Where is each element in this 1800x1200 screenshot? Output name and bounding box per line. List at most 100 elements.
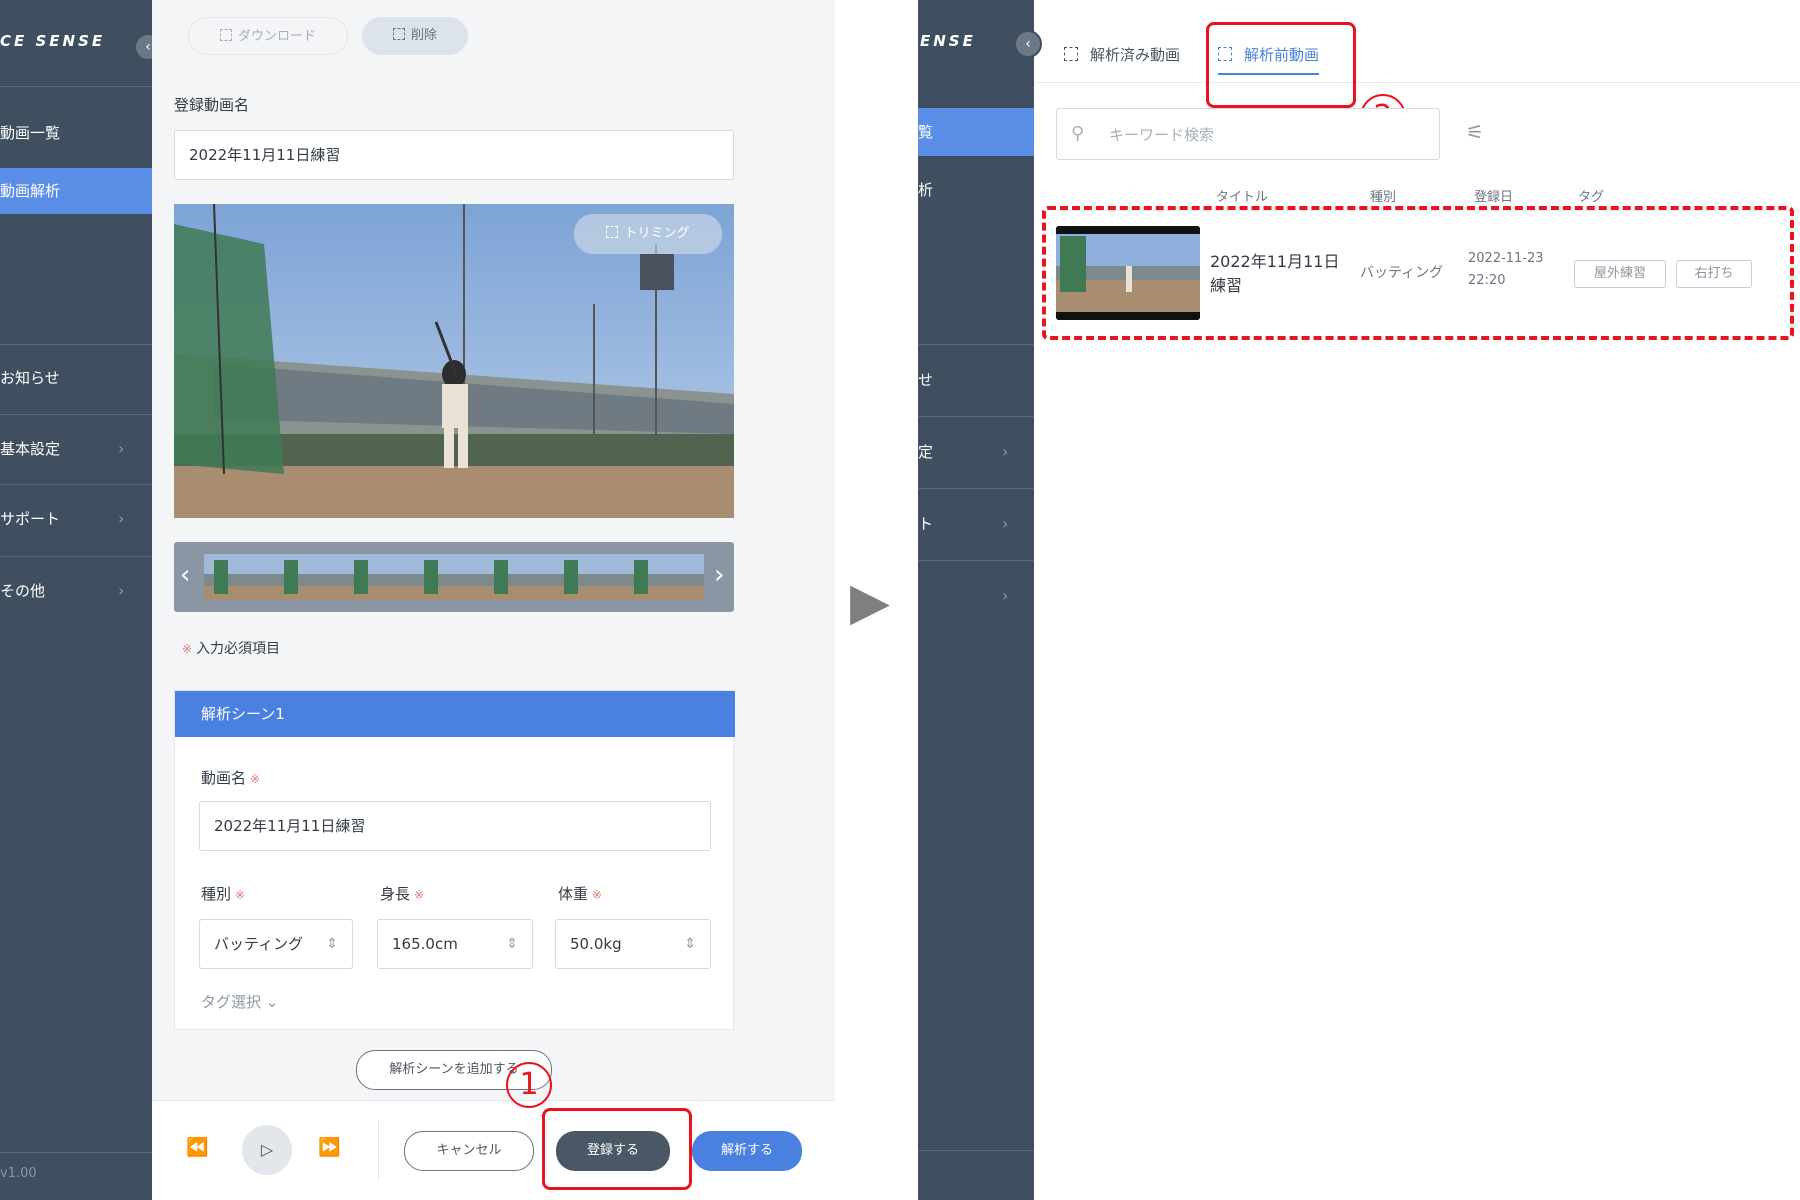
- delete-label: 削除: [410, 28, 437, 43]
- scene-header: 解析シーン1: [175, 691, 735, 737]
- sidebar-item-support[interactable]: サポート ›: [0, 496, 152, 542]
- video-name-label: 登録動画名: [174, 96, 250, 114]
- weight-label: 体重 ※: [558, 883, 602, 904]
- filmstrip[interactable]: ‹ ›: [174, 542, 734, 612]
- sidebar-item-video-list[interactable]: 動画一覧: [0, 110, 152, 156]
- height-stepper[interactable]: 165.0cm ⇕: [377, 919, 533, 969]
- sidebar-item-label: せ: [918, 371, 934, 389]
- trimming-label: トリミング: [624, 226, 690, 241]
- chevron-right-icon: ›: [1002, 586, 1009, 605]
- scene-card: 解析シーン1 動画名 ※ 2022年11月11日練習 種別 ※ 身長 ※ 体重 ※ バッ…: [174, 690, 735, 1030]
- chevron-left-icon[interactable]: ‹: [180, 560, 190, 590]
- cancel-button[interactable]: キャンセル: [404, 1131, 534, 1171]
- chevron-right-icon: ›: [1002, 442, 1009, 461]
- sidebar-item-settings[interactable]: 定 ›: [918, 428, 1034, 476]
- chevron-right-icon: ›: [118, 439, 125, 458]
- sidebar-item-other[interactable]: その他 ›: [0, 568, 152, 614]
- play-icon[interactable]: ▷: [242, 1125, 292, 1175]
- app-logo: CE SENSE: [0, 32, 106, 50]
- annotation-highlight-row: [1042, 206, 1794, 340]
- search-placeholder: キーワード検索: [1109, 126, 1215, 144]
- chevron-right-icon[interactable]: ›: [714, 560, 724, 590]
- required-note: ※ 入力必須項目: [182, 638, 280, 658]
- divider: [918, 416, 1034, 417]
- sidebar-item-label: 覧: [918, 123, 934, 141]
- download-button[interactable]: ダウンロード: [188, 17, 348, 55]
- required-note-text: 入力必須項目: [196, 641, 281, 657]
- video-name-field[interactable]: 2022年11月11日練習: [174, 130, 734, 180]
- updown-icon: ⇕: [326, 936, 338, 952]
- chevron-right-icon: ›: [118, 509, 125, 528]
- weight-label-text: 体重: [558, 885, 589, 903]
- sidebar-item-label: 析: [918, 181, 934, 199]
- sidebar-item-label: その他: [0, 582, 46, 600]
- sidebar-item-video-list[interactable]: 覧: [918, 108, 1034, 156]
- sidebar-item-video-analysis[interactable]: 析: [918, 166, 1034, 214]
- updown-icon: ⇕: [684, 936, 696, 952]
- sidebar-item-label: 基本設定: [0, 440, 61, 458]
- type-value: バッティング: [214, 935, 304, 953]
- sidebar-item-video-analysis[interactable]: 動画解析: [0, 168, 152, 214]
- type-label: 種別 ※: [201, 883, 245, 904]
- divider: [0, 484, 152, 485]
- height-label: 身長 ※: [380, 883, 424, 904]
- sidebar-item-other[interactable]: ›: [918, 572, 1034, 620]
- download-label: ダウンロード: [237, 29, 316, 44]
- sidebar-item-label: 動画一覧: [0, 124, 61, 142]
- step-1-badge: 1: [506, 1062, 552, 1108]
- weight-value: 50.0kg: [570, 935, 622, 953]
- sidebar-item-label: ト: [918, 515, 934, 533]
- movie-name-field[interactable]: 2022年11月11日練習: [199, 801, 711, 851]
- header-tags: タグ: [1578, 190, 1605, 205]
- frame-thumbnails: [204, 554, 704, 600]
- height-value: 165.0cm: [392, 935, 458, 953]
- required-mark: ※: [235, 888, 246, 902]
- sidebar-item-support[interactable]: ト ›: [918, 500, 1034, 548]
- video-preview[interactable]: トリミング: [174, 204, 734, 518]
- header-date: 登録日: [1474, 190, 1514, 205]
- annotation-highlight-tab: [1206, 22, 1356, 108]
- chevron-left-icon[interactable]: ‹: [1014, 30, 1042, 58]
- updown-icon: ⇕: [506, 936, 518, 952]
- sidebar: CE SENSE 動画一覧 動画解析 お知らせ 基本設定 › サポート › その…: [0, 0, 152, 1200]
- sidebar-item-label: 定: [918, 443, 934, 461]
- height-label-text: 身長: [380, 885, 411, 903]
- required-mark: ※: [414, 888, 425, 902]
- right-screen: ENSE 覧 析 せ 定› ト› › ‹ 解析済み動画 解析前動画 2 ⚲ キー…: [918, 0, 1800, 1200]
- bottom-bar: ⏪ ▷ ⏩ キャンセル 登録する 解析する: [152, 1100, 835, 1200]
- annotation-highlight-register: [542, 1108, 692, 1190]
- chevron-down-icon: ⌄: [265, 993, 279, 1011]
- movie-name-label-text: 動画名: [201, 769, 247, 787]
- divider: [0, 86, 152, 87]
- next-arrow-icon: ▶: [850, 572, 890, 632]
- movie-name-label: 動画名 ※: [201, 767, 260, 788]
- type-select[interactable]: バッティング ⇕: [199, 919, 353, 969]
- sidebar-item-settings[interactable]: 基本設定 ›: [0, 426, 152, 472]
- search-input[interactable]: ⚲ キーワード検索: [1056, 108, 1440, 160]
- fast-forward-icon[interactable]: ⏩: [318, 1137, 340, 1158]
- sidebar-item-label: お知らせ: [0, 369, 60, 387]
- delete-button[interactable]: 削除: [362, 17, 468, 55]
- header-title: タイトル: [1216, 190, 1269, 205]
- sidebar-item-label: サポート: [0, 510, 61, 528]
- tag-select-label: タグ選択: [201, 993, 262, 1011]
- expand-icon: [392, 28, 405, 40]
- filmstrip-frames: [204, 554, 704, 600]
- analyze-button[interactable]: 解析する: [692, 1131, 802, 1171]
- trimming-button[interactable]: トリミング: [574, 214, 722, 254]
- filter-icon[interactable]: ⚟: [1466, 120, 1484, 144]
- rewind-icon[interactable]: ⏪: [186, 1137, 208, 1158]
- required-mark: ※: [182, 642, 193, 656]
- type-label-text: 種別: [201, 885, 232, 903]
- divider: [918, 344, 1034, 345]
- tag-select[interactable]: タグ選択 ⌄: [201, 991, 278, 1012]
- sidebar-item-news[interactable]: せ: [918, 356, 1034, 404]
- divider: [378, 1121, 379, 1179]
- tab-analyzed[interactable]: 解析済み動画: [1064, 44, 1180, 65]
- weight-stepper[interactable]: 50.0kg ⇕: [555, 919, 711, 969]
- header-type: 種別: [1370, 190, 1397, 205]
- expand-icon: [606, 226, 619, 238]
- divider: [918, 560, 1034, 561]
- sidebar-item-news[interactable]: お知らせ: [0, 355, 152, 401]
- divider: [0, 556, 152, 557]
